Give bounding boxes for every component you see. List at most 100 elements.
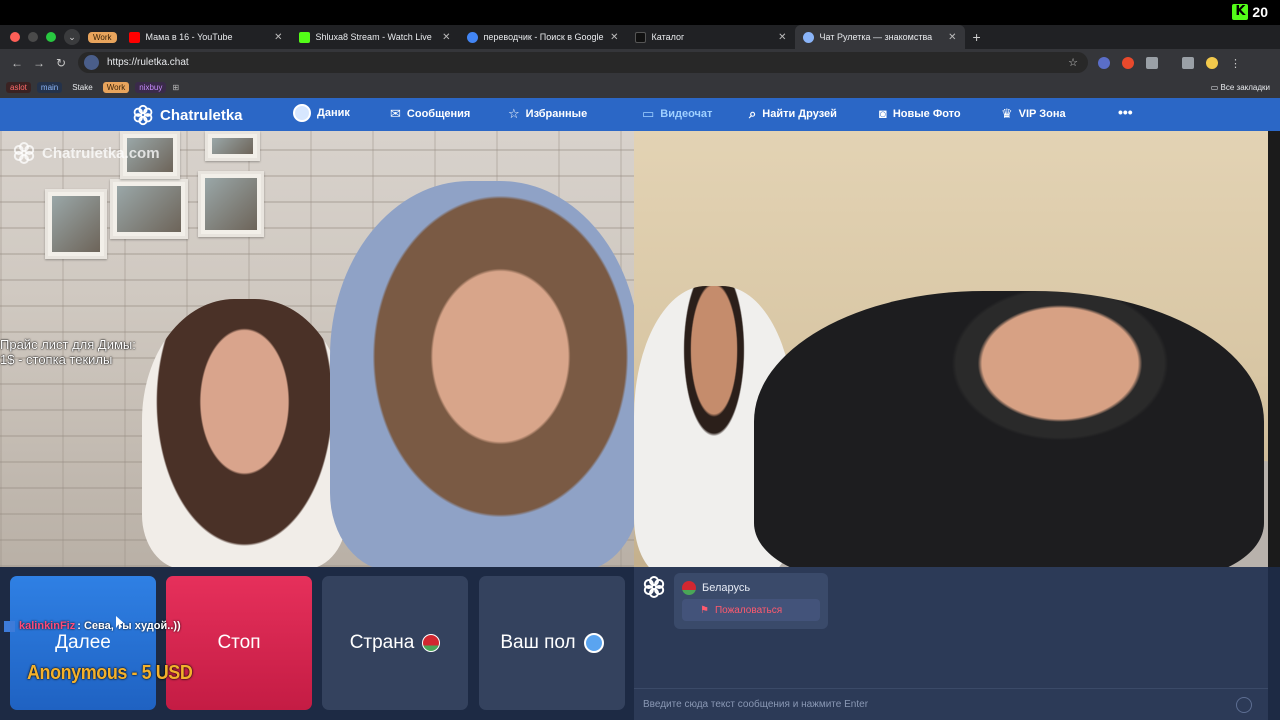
site-info-icon[interactable] (84, 55, 99, 70)
nav-new-photos[interactable]: ◙ Новые Фото (879, 106, 961, 121)
kick-icon (298, 31, 310, 43)
more-menu-icon[interactable]: ••• (1118, 104, 1133, 120)
wall-photo (110, 179, 188, 239)
address-bar-row: ← → ↻ https://ruletka.chat ☆ ⋮ (0, 49, 1280, 76)
nav-favorites[interactable]: ☆ Избранные (508, 106, 587, 122)
tab-title: Shluxa8 Stream - Watch Live (315, 32, 432, 42)
tab-google-search[interactable]: переводчик - Поиск в Google ✕ (459, 25, 627, 49)
bookmark-aslot[interactable]: aslot (6, 81, 31, 93)
new-tab-icon[interactable]: + (973, 29, 981, 45)
tab-group-work[interactable]: Work (88, 31, 117, 43)
chatruletka-flower-icon (133, 104, 153, 126)
chatruletka-icon (802, 31, 814, 43)
all-bookmarks-label: Все закладки (1220, 82, 1270, 92)
nav-vip[interactable]: ♛ VIP Зона (1001, 106, 1066, 122)
nav-label: Видеочат (660, 108, 713, 120)
gender-button[interactable]: Ваш пол (479, 576, 625, 710)
url-bar[interactable]: https://ruletka.chat ☆ (78, 52, 1088, 73)
chat-message-input[interactable]: Введите сюда текст сообщения и нажмите E… (634, 688, 1268, 720)
camera-icon: ▭ (642, 106, 655, 121)
bookmark-stake[interactable]: Stake (68, 82, 96, 93)
bookmarks-bar: aslot main Stake Work nixbuy ⊞ ▭ Все зак… (0, 76, 1280, 98)
tab-youtube[interactable]: Мама в 16 - YouTube ✕ (121, 25, 291, 49)
bookmark-nixbuy[interactable]: nixbuy (135, 81, 167, 93)
all-bookmarks[interactable]: ▭ Все закладки (1211, 83, 1270, 92)
catalog-icon (634, 31, 646, 43)
bookmark-star-icon[interactable]: ☆ (1068, 56, 1078, 69)
back-icon[interactable]: ← (6, 56, 28, 70)
stop-label: Стоп (217, 632, 261, 653)
report-button[interactable]: ⚑ Пожаловаться (682, 599, 820, 621)
chatruletka-flower-icon (643, 576, 665, 598)
bookmark-main[interactable]: main (36, 81, 63, 93)
url-text: https://ruletka.chat (107, 57, 189, 68)
next-label: Далее (55, 632, 111, 653)
nav-label: Избранные (525, 108, 588, 120)
tab-kick-stream[interactable]: Shluxa8 Stream - Watch Live ✕ (291, 25, 459, 49)
kick-logo: K (1232, 4, 1249, 20)
tab-chatruletka[interactable]: Чат Рулетка — знакомства ✕ (794, 25, 965, 49)
apps-grid-icon[interactable]: ⊞ (172, 83, 179, 92)
chatruletka-watermark: Chatruletka.com (12, 141, 160, 165)
site-navbar: Chatruletka Даник ✉ Сообщения ☆ Избранны… (0, 98, 1280, 131)
extension-icon[interactable] (1122, 56, 1134, 69)
search-icon: ⌕ (749, 106, 757, 121)
chatruletka-logo[interactable]: Chatruletka (132, 104, 243, 126)
nav-find-friends[interactable]: ⌕ Найти Друзей (749, 106, 837, 122)
profile-avatar[interactable] (1206, 56, 1218, 69)
chat-input-placeholder: Введите сюда текст сообщения и нажмите E… (643, 699, 869, 710)
tab-catalog[interactable]: Каталог ✕ (627, 25, 795, 49)
nav-profile[interactable]: Даник (293, 104, 350, 122)
emoji-icon[interactable] (1236, 697, 1252, 713)
media-control-icon[interactable] (1182, 56, 1194, 69)
window-controls (10, 32, 56, 42)
reload-icon[interactable]: ↻ (50, 56, 72, 70)
close-tab-icon[interactable]: ✕ (274, 32, 282, 43)
wall-photo (45, 189, 107, 259)
nav-label: Новые Фото (892, 107, 961, 120)
minimize-window-button[interactable] (28, 32, 38, 42)
partner-country: Беларусь (682, 581, 750, 595)
kick-badge-icon (4, 620, 15, 632)
browser-tab-strip: ⌄ Work Мама в 16 - YouTube ✕ Shluxa8 Str… (0, 25, 1280, 49)
bookmark-work[interactable]: Work (102, 81, 130, 93)
close-window-button[interactable] (10, 32, 20, 42)
belarus-flag-icon (682, 581, 696, 595)
tab-title: Чат Рулетка — знакомства (819, 32, 933, 42)
country-button[interactable]: Страна (322, 576, 468, 710)
country-label: Страна (349, 632, 415, 653)
next-button[interactable]: Далее (10, 576, 156, 710)
youtube-icon (128, 31, 140, 43)
chat-panel: Беларусь ⚑ Пожаловаться Введите сюда тек… (634, 567, 1268, 720)
viewer-count: 20 (1252, 4, 1268, 20)
tab-search-icon[interactable]: ⌄ (64, 29, 80, 45)
forward-icon[interactable]: → (28, 56, 50, 70)
person-girl-right (330, 181, 634, 567)
partner-video: Chatruletka.com Прайс лист для Димы: 1$ … (0, 131, 634, 567)
close-tab-icon[interactable]: ✕ (442, 32, 450, 43)
star-icon: ☆ (508, 106, 520, 121)
tab-title: переводчик - Поиск в Google (483, 32, 604, 42)
price-list-line: 1$ - стопка текилы (0, 352, 113, 367)
nav-videochat[interactable]: ▭ Видеочат (642, 106, 712, 122)
extensions-puzzle-icon[interactable] (1146, 56, 1158, 69)
close-tab-icon[interactable]: ✕ (778, 32, 786, 43)
close-tab-icon[interactable]: ✕ (948, 32, 956, 43)
self-video (634, 131, 1268, 567)
partner-country-card: Беларусь ⚑ Пожаловаться (674, 573, 828, 629)
browser-menu-icon[interactable]: ⋮ (1230, 57, 1241, 70)
tab-title: Мама в 16 - YouTube (145, 32, 233, 42)
stream-top-bar: K 20 (0, 0, 1280, 25)
maximize-window-button[interactable] (46, 32, 56, 42)
extensions: ⋮ (1098, 56, 1241, 70)
nav-label: VIP Зона (1018, 108, 1066, 120)
gender-icon (583, 633, 604, 653)
nav-label: Сообщения (406, 108, 471, 120)
extension-icon[interactable] (1098, 56, 1110, 69)
nav-messages[interactable]: ✉ Сообщения (390, 106, 470, 122)
nav-label: Найти Друзей (762, 108, 837, 120)
envelope-icon: ✉ (390, 106, 401, 121)
google-icon (466, 31, 478, 43)
close-tab-icon[interactable]: ✕ (610, 32, 618, 43)
stop-button[interactable]: Стоп (166, 576, 312, 710)
